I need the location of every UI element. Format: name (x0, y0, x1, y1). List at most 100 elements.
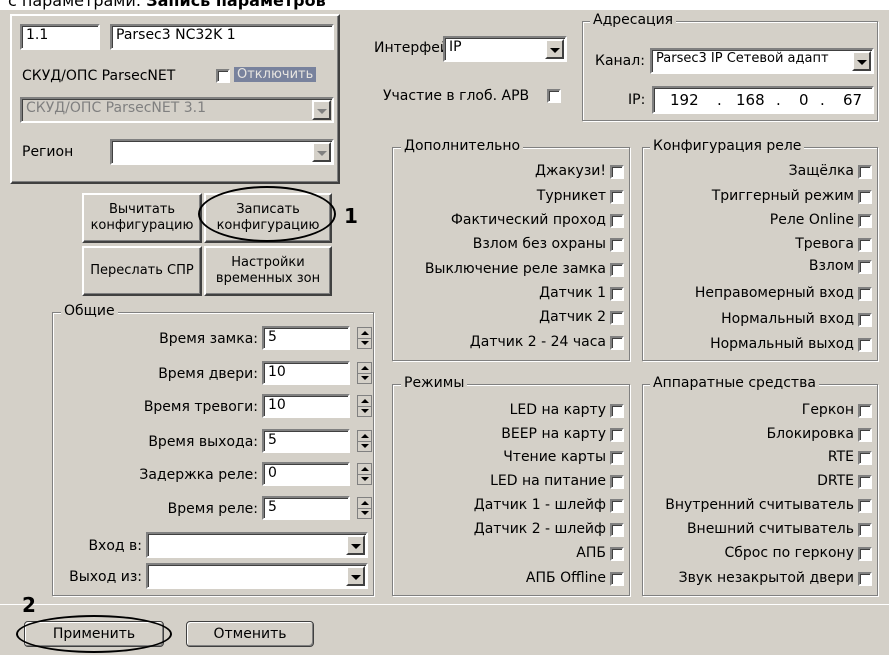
ip-octet-3: 0 (799, 91, 809, 109)
option-checkbox[interactable] (858, 451, 872, 465)
option-label: Неправомерный вход (694, 285, 854, 301)
option-checkbox[interactable] (858, 547, 872, 561)
option-label: Сброс по геркону (724, 545, 855, 561)
option-checkbox[interactable] (858, 499, 872, 513)
entry-label: Вход в: (88, 538, 142, 554)
option-checkbox[interactable] (858, 190, 872, 204)
exit-label: Выход из: (69, 569, 142, 585)
alarm-time-input[interactable]: 10 (262, 394, 350, 418)
option-checkbox[interactable] (858, 338, 872, 352)
relay-time-label: Время реле: (167, 501, 258, 517)
option-label: Блокировка (766, 426, 854, 442)
option-label: Взлом без охраны (472, 236, 606, 252)
option-checkbox[interactable] (610, 475, 624, 489)
alarm-time-spinner[interactable] (357, 395, 372, 417)
option-label: Нормальный выход (710, 336, 854, 352)
parent-select[interactable]: СКУД/ОПС ParsecNET 3.1 (20, 97, 334, 123)
relay-delay-label: Задержка реле: (139, 467, 258, 483)
option-checkbox[interactable] (858, 165, 872, 179)
global-apb-checkbox[interactable] (547, 89, 561, 103)
option-label: Датчик 2 (539, 309, 606, 325)
option-checkbox[interactable] (610, 311, 624, 325)
modes-title: Режимы (401, 375, 468, 391)
option-checkbox[interactable] (610, 451, 624, 465)
exit-time-input[interactable]: 5 (262, 429, 350, 453)
option-checkbox[interactable] (858, 313, 872, 327)
option-label: DRTE (817, 473, 854, 489)
option-checkbox[interactable] (610, 572, 624, 586)
option-label: RTE (827, 449, 854, 465)
option-checkbox[interactable] (610, 165, 624, 179)
region-select[interactable] (110, 139, 334, 165)
option-checkbox[interactable] (858, 287, 872, 301)
option-checkbox[interactable] (858, 523, 872, 537)
lock-time-input[interactable]: 5 (262, 326, 350, 350)
door-time-input[interactable]: 10 (262, 361, 350, 385)
disable-label: Отключить (234, 67, 317, 82)
option-checkbox[interactable] (610, 287, 624, 301)
option-checkbox[interactable] (858, 260, 872, 274)
option-label: Турникет (536, 188, 606, 204)
read-config-button[interactable]: Вычитать конфигурацию (82, 193, 202, 243)
option-checkbox[interactable] (858, 404, 872, 418)
option-label: Внешний считыватель (686, 521, 854, 537)
option-label: Защёлка (788, 163, 854, 179)
chevron-down-icon[interactable] (545, 39, 564, 59)
option-label: LED на питание (490, 473, 606, 489)
lock-time-spinner[interactable] (357, 327, 372, 349)
option-checkbox[interactable] (858, 214, 872, 228)
door-time-spinner[interactable] (357, 362, 372, 384)
device-address-field[interactable]: 1.1 (20, 24, 100, 50)
relay-delay-input[interactable]: 0 (262, 462, 350, 486)
option-label: Звук незакрытой двери (678, 570, 854, 586)
option-label: Джакузи! (534, 163, 606, 179)
alarm-time-label: Время тревоги: (143, 399, 258, 415)
interface-select[interactable]: IP (443, 36, 567, 62)
chevron-down-icon[interactable] (346, 566, 365, 586)
ip-octet-4: 67 (843, 91, 863, 109)
relay-time-spinner[interactable] (357, 497, 372, 519)
exit-select[interactable] (146, 563, 368, 589)
exit-time-spinner[interactable] (357, 430, 372, 452)
additional-group (392, 147, 630, 361)
option-checkbox[interactable] (858, 428, 872, 442)
chevron-down-icon[interactable] (312, 142, 331, 162)
option-checkbox[interactable] (610, 238, 624, 252)
time-zones-button[interactable]: Настройки временных зон (204, 246, 332, 296)
option-checkbox[interactable] (610, 263, 624, 277)
relay-time-input[interactable]: 5 (262, 496, 350, 520)
option-label: Выключение реле замка (424, 261, 606, 277)
chevron-down-icon[interactable] (312, 100, 331, 120)
entry-select[interactable] (146, 532, 368, 558)
addressing-title: Адресация (590, 12, 677, 28)
option-checkbox[interactable] (610, 499, 624, 513)
ip-address-field[interactable]: 192 . 168 . 0 . 67 (652, 86, 874, 114)
option-label: BEEP на карту (501, 426, 606, 442)
option-label: Реле Online (769, 212, 854, 228)
option-checkbox[interactable] (610, 428, 624, 442)
option-checkbox[interactable] (858, 572, 872, 586)
cancel-button[interactable]: Отменить (186, 621, 314, 647)
option-checkbox[interactable] (610, 523, 624, 537)
option-checkbox[interactable] (610, 336, 624, 350)
device-name-field[interactable]: Parsec3 NC32K 1 (110, 24, 334, 50)
relay-delay-spinner[interactable] (357, 463, 372, 485)
option-checkbox[interactable] (610, 404, 624, 418)
option-checkbox[interactable] (610, 547, 624, 561)
chevron-down-icon[interactable] (346, 535, 365, 555)
channel-select[interactable]: Parsec3 IP Сетевой адапт (650, 48, 874, 74)
relay-title: Конфигурация реле (650, 138, 805, 154)
option-checkbox[interactable] (610, 214, 624, 228)
chevron-down-icon[interactable] (852, 51, 871, 71)
option-label: LED на карту (509, 402, 606, 418)
option-checkbox[interactable] (858, 475, 872, 489)
option-checkbox[interactable] (858, 238, 872, 252)
callout-number-1: 1 (344, 204, 358, 228)
send-spr-button[interactable]: Переслать СПР (82, 246, 202, 296)
document-heading-strip: с параметрами: Запись параметров (0, 0, 889, 10)
option-label: Датчик 1 - шлейф (473, 497, 606, 513)
option-label: Датчик 2 - 24 часа (469, 334, 606, 350)
option-checkbox[interactable] (610, 190, 624, 204)
exit-time-label: Время выхода: (148, 434, 258, 450)
disable-checkbox[interactable] (216, 69, 230, 83)
